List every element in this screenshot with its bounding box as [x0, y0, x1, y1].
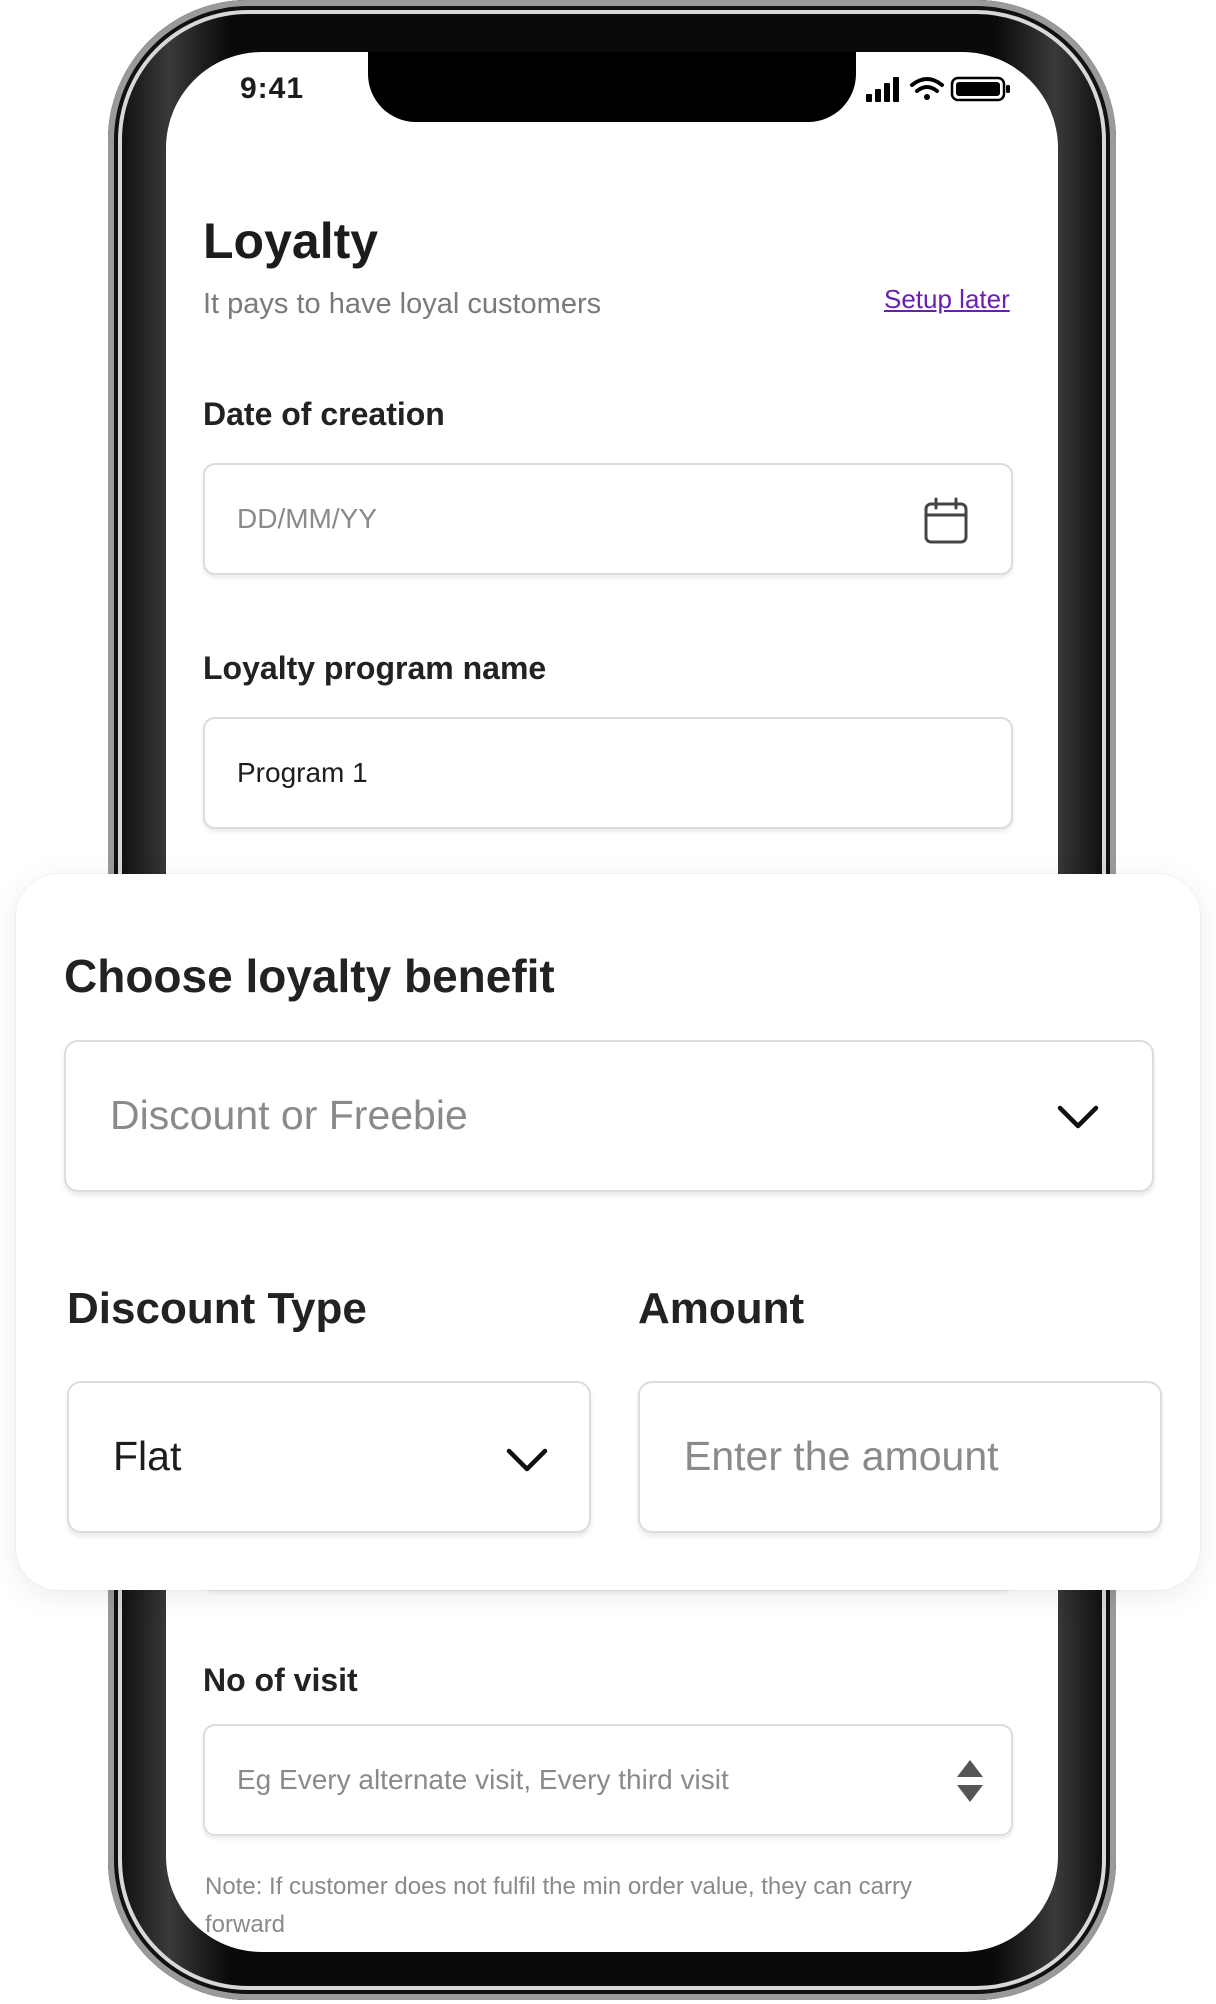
- amount-label: Amount: [638, 1284, 805, 1333]
- no-of-visit-label: No of visit: [203, 1662, 358, 1698]
- no-of-visit-field[interactable]: Eg Every alternate visit, Every third vi…: [203, 1724, 1013, 1836]
- signal-icon: [866, 77, 899, 102]
- card-title: Choose loyalty benefit: [64, 950, 555, 1002]
- status-icons: [866, 76, 1010, 102]
- loyalty-benefit-card: Choose loyalty benefit Discount or Freeb…: [16, 874, 1200, 1590]
- calendar-icon[interactable]: [923, 497, 969, 545]
- benefit-placeholder: Discount or Freebie: [110, 1092, 468, 1138]
- amount-input[interactable]: Enter the amount: [638, 1381, 1162, 1533]
- date-of-creation-label: Date of creation: [203, 396, 445, 432]
- stepper-icon[interactable]: [955, 1758, 985, 1804]
- chevron-down-icon: [1057, 1105, 1099, 1129]
- program-name-label: Loyalty program name: [203, 650, 547, 686]
- date-of-creation-field[interactable]: DD/MM/YY: [203, 463, 1013, 575]
- page-subtitle: It pays to have loyal customers: [203, 288, 602, 320]
- battery-icon: [950, 76, 1010, 102]
- program-name-value: Program 1: [237, 757, 368, 788]
- date-placeholder: DD/MM/YY: [237, 503, 377, 534]
- discount-type-select[interactable]: Flat: [67, 1381, 591, 1533]
- program-name-field[interactable]: Program 1: [203, 717, 1013, 829]
- chevron-down-icon: [506, 1448, 548, 1472]
- loyalty-benefit-select[interactable]: Discount or Freebie: [64, 1040, 1154, 1192]
- setup-later-link[interactable]: Setup later: [884, 284, 1010, 315]
- no-of-visit-placeholder: Eg Every alternate visit, Every third vi…: [237, 1764, 729, 1795]
- notch: [368, 52, 856, 122]
- discount-type-label: Discount Type: [67, 1284, 367, 1333]
- wifi-icon: [910, 77, 944, 100]
- discount-type-value: Flat: [113, 1433, 182, 1479]
- carry-forward-note: Note: If customer does not fulfil the mi…: [205, 1873, 912, 1938]
- status-time: 9:41: [240, 72, 305, 105]
- amount-placeholder: Enter the amount: [684, 1433, 999, 1479]
- page-title: Loyalty: [203, 213, 379, 269]
